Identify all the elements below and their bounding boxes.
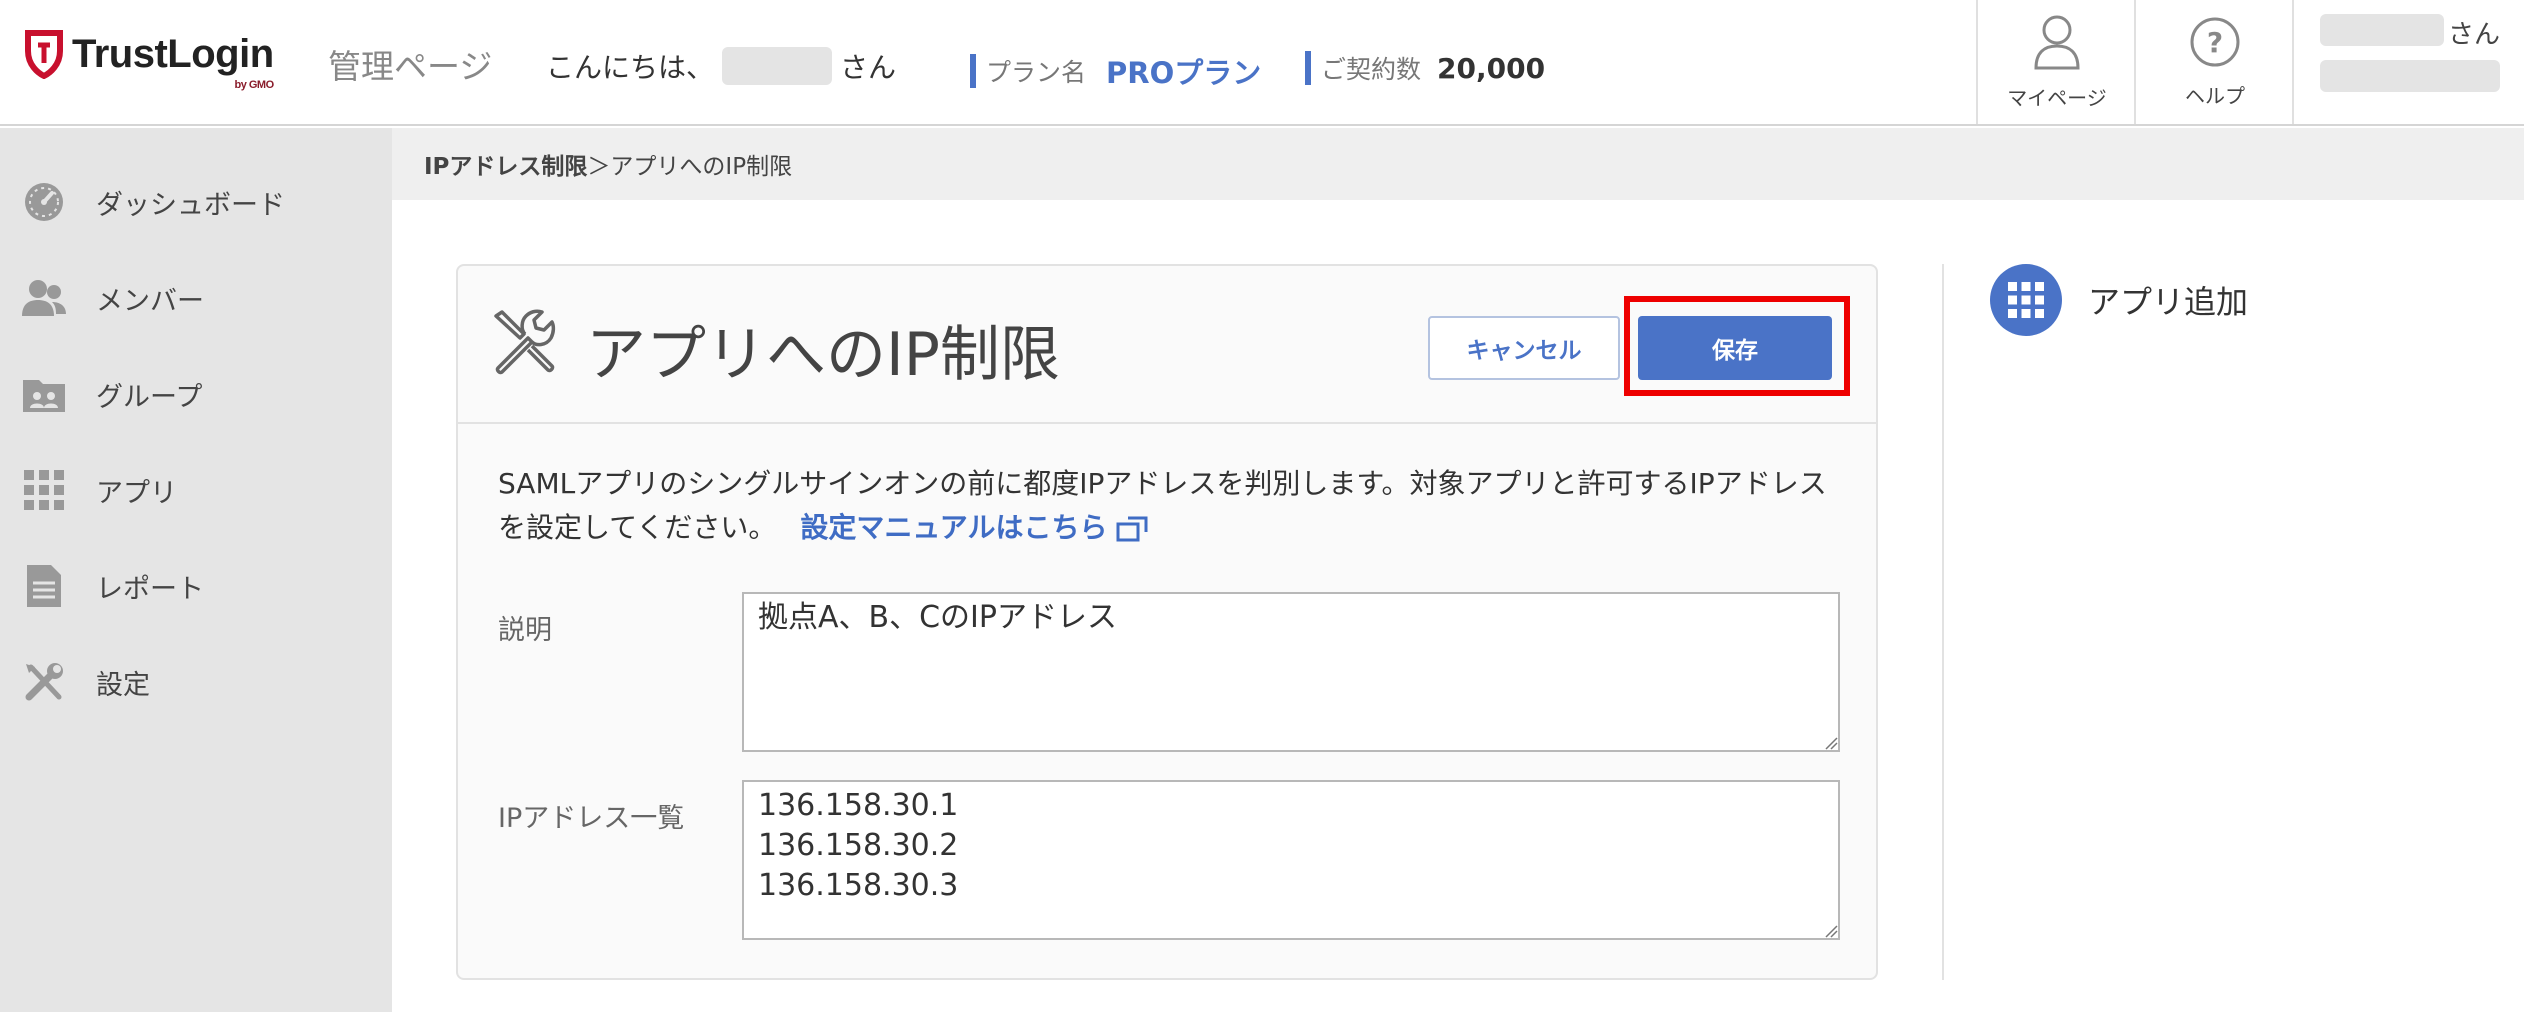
group-icon [22, 372, 66, 416]
sidebar-label-apps: アプリ [96, 477, 177, 509]
contract-label: ご契約数 [1321, 55, 1422, 84]
report-icon [22, 564, 66, 608]
add-app-label: アプリ追加 [2088, 283, 2249, 321]
sidebar-label-settings: 設定 [96, 669, 150, 701]
greeting: こんにちは、 さん [546, 46, 896, 86]
user-icon [2034, 15, 2080, 69]
ip-restriction-card: アプリへのIP制限 キャンセル 保存 SAMLアプリのシングルサインオンの前に都… [456, 264, 1878, 980]
shield-logo-icon [25, 30, 63, 79]
settings-tools-icon [22, 660, 66, 704]
breadcrumb-current: アプリへのIP制限 [610, 154, 793, 180]
ip-list-field-label: IPアドレス一覧 [498, 803, 685, 834]
contract-info: ご契約数 20,000 [1305, 50, 1545, 86]
sidebar-label-dashboard: ダッシュボード [96, 189, 285, 221]
resize-handle-icon[interactable] [1822, 922, 1838, 938]
user-account-menu[interactable]: さん [2292, 0, 2524, 124]
page-title: アプリへのIP制限 [586, 320, 1060, 390]
account-name-suffix: さん [2448, 20, 2501, 50]
sidebar-item-members[interactable]: メンバー [0, 258, 392, 338]
description-textarea[interactable]: 拠点A、B、CのIPアドレス [742, 592, 1840, 752]
plan-info: プラン名 PROプラン [970, 50, 1261, 92]
breadcrumb-separator: ＞ [587, 154, 611, 180]
plan-value: PROプラン [1106, 56, 1262, 90]
sidebar-item-groups[interactable]: グループ [0, 354, 392, 434]
manual-link-label: 設定マニュアルはこちら [800, 511, 1108, 544]
plan-marker [970, 54, 976, 88]
right-panel-divider [1942, 264, 1944, 980]
apps-grid-icon [22, 468, 66, 512]
apps-grid-icon [1990, 264, 2062, 336]
breadcrumb-parent[interactable]: IPアドレス制限 [424, 147, 587, 181]
greeting-suffix: さん [840, 51, 897, 84]
logo-title: TrustLogin [72, 31, 274, 76]
svg-text:?: ? [2207, 26, 2223, 59]
contract-value: 20,000 [1437, 51, 1546, 85]
breadcrumb: IPアドレス制限 ＞ アプリへのIP制限 [392, 128, 2524, 200]
sidebar-item-reports[interactable]: レポート [0, 546, 392, 626]
manual-link[interactable]: 設定マニュアルはこちら [800, 511, 1147, 544]
ip-list-textarea[interactable]: 136.158.30.1 136.158.30.2 136.158.30.3 [742, 780, 1840, 940]
sidebar-item-settings[interactable]: 設定 [0, 642, 392, 722]
account-email-redacted [2320, 60, 2500, 92]
card-header: アプリへのIP制限 キャンセル 保存 [458, 266, 1876, 424]
trustlogin-logo[interactable]: TrustLogin by GMO [24, 24, 274, 91]
app-header: TrustLogin by GMO 管理ページ こんにちは、 さん プラン名 P… [0, 0, 2524, 126]
card-description: SAMLアプリのシングルサインオンの前に都度IPアドレスを判別します。対象アプリ… [498, 462, 1838, 550]
help-label: ヘルプ [2185, 83, 2245, 108]
sidebar: ダッシュボード メンバー グループ アプリ レポート 設定 [0, 128, 392, 1012]
dashboard-icon [22, 180, 66, 224]
description-field-label: 説明 [498, 615, 552, 646]
help-icon: ? [2190, 17, 2240, 66]
greeting-prefix: こんにちは、 [546, 51, 715, 84]
save-button[interactable]: 保存 [1638, 316, 1832, 380]
add-app-button[interactable]: アプリ追加 [1990, 264, 2248, 336]
help-button[interactable]: ? ヘルプ [2134, 0, 2294, 124]
user-name-redacted [722, 47, 833, 85]
logo-sub: by GMO [234, 78, 274, 91]
contract-marker [1305, 51, 1311, 85]
sidebar-item-apps[interactable]: アプリ [0, 450, 392, 530]
description-text: SAMLアプリのシングルサインオンの前に都度IPアドレスを判別します。対象アプリ… [498, 467, 1827, 544]
plan-label: プラン名 [986, 58, 1087, 87]
account-name-redacted [2320, 14, 2444, 46]
sidebar-label-reports: レポート [96, 573, 204, 605]
admin-page-label: 管理ページ [328, 47, 493, 86]
mypage-button[interactable]: マイページ [1976, 0, 2136, 124]
tools-icon [494, 309, 556, 375]
mypage-label: マイページ [2007, 85, 2107, 110]
logo-text: TrustLogin by GMO [72, 31, 274, 91]
sidebar-label-members: メンバー [96, 285, 204, 317]
cancel-button[interactable]: キャンセル [1428, 316, 1620, 380]
sidebar-item-dashboard[interactable]: ダッシュボード [0, 162, 392, 242]
members-icon [22, 276, 66, 320]
sidebar-label-groups: グループ [96, 381, 203, 413]
external-link-icon [1116, 516, 1147, 542]
resize-handle-icon[interactable] [1822, 734, 1838, 750]
